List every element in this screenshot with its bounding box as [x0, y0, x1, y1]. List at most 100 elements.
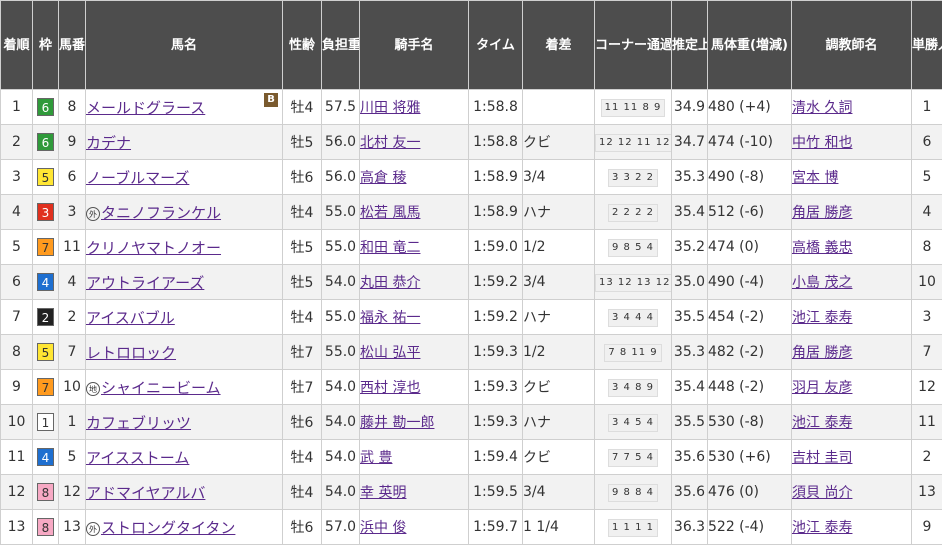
header-weight-carried: 負担重量: [321, 0, 360, 90]
header-popularity-label: 単勝人気: [912, 37, 942, 53]
trainer-link[interactable]: 吉村 圭司: [793, 450, 853, 466]
header-corner-label: コーナー通過順位: [595, 37, 672, 53]
weight-cell: 56.0: [321, 124, 360, 160]
table-row: 4 3 3 外タニノフランケル 牡4 55.0 松若 風馬 1:58.9 ハナ 2 2 2 2 35…: [0, 194, 942, 230]
jockey-link[interactable]: 西村 淳也: [361, 380, 421, 396]
last3f-cell: 35.4: [671, 194, 708, 230]
corner-positions: 9 8 8 4: [608, 483, 658, 502]
jockey-link[interactable]: 藤井 勘一郎: [361, 415, 435, 431]
horse-name-link[interactable]: アイスストーム: [87, 449, 190, 467]
corner-positions: 11 11 8 9: [600, 98, 666, 117]
jockey-cell: 藤井 勘一郎: [359, 404, 469, 440]
horse-cell: レトロロック: [85, 334, 283, 370]
table-row: 2 6 9 カデナ 牡5 56.0 北村 友一 1:58.8 クビ 12 12 11 12 34.7…: [0, 124, 942, 160]
margin-cell: 1/2: [522, 334, 595, 370]
trainer-link[interactable]: 角居 勝彦: [793, 205, 853, 221]
time-cell: 1:59.3: [468, 334, 523, 370]
waku-cell: 6: [32, 124, 59, 160]
time-cell: 1:59.3: [468, 369, 523, 405]
waku-cell: 2: [32, 299, 59, 335]
jockey-link[interactable]: 川田 将雅: [361, 100, 421, 116]
jockey-link[interactable]: 和田 竜二: [361, 240, 421, 256]
jockey-link[interactable]: 幸 英明: [361, 485, 407, 501]
horse-name-link[interactable]: レトロロック: [87, 344, 177, 362]
corner-cell: 11 11 8 9: [594, 89, 672, 125]
corner-positions: 3 4 4 4: [608, 308, 658, 327]
trainer-link[interactable]: 清水 久詞: [793, 100, 853, 116]
waku-badge: 4: [37, 448, 54, 466]
table-row: 12 8 12 アドマイヤアルバ 牡4 54.0 幸 英明 1:59.5 3/4 9 8 8 43…: [0, 474, 942, 510]
jockey-cell: 浜中 俊: [359, 509, 469, 545]
trainer-link[interactable]: 小島 茂之: [793, 275, 853, 291]
weight-cell: 55.0: [321, 334, 360, 370]
margin-cell: ハナ: [522, 194, 595, 230]
horse-cell: アドマイヤアルバ: [85, 474, 283, 510]
jockey-link[interactable]: 福永 祐一: [361, 310, 421, 326]
rank-cell: 2: [0, 124, 33, 160]
jockey-link[interactable]: 北村 友一: [361, 135, 421, 151]
horse-name-link[interactable]: カデナ: [87, 134, 132, 152]
trainer-link[interactable]: 池江 泰寿: [793, 520, 853, 536]
jockey-link[interactable]: 松若 風馬: [361, 205, 421, 221]
trainer-cell: 池江 泰寿: [791, 509, 912, 545]
body-weight-cell: 490 (-4): [707, 264, 792, 300]
rank-cell: 5: [0, 229, 33, 265]
origin-mark: 外: [86, 206, 100, 221]
popularity-cell: 11: [911, 404, 942, 440]
time-cell: 1:59.2: [468, 264, 523, 300]
trainer-cell: 吉村 圭司: [791, 439, 912, 475]
weight-cell: 54.0: [321, 404, 360, 440]
horse-name-link[interactable]: タニノフランケル: [101, 204, 221, 222]
weight-cell: 57.5: [321, 89, 360, 125]
horse-cell: アイスストーム: [85, 439, 283, 475]
popularity-cell: 13: [911, 474, 942, 510]
weight-cell: 55.0: [321, 194, 360, 230]
jockey-link[interactable]: 松山 弘平: [361, 345, 421, 361]
horse-name-link[interactable]: ノーブルマーズ: [87, 169, 190, 187]
trainer-link[interactable]: 池江 泰寿: [793, 310, 853, 326]
trainer-link[interactable]: 池江 泰寿: [793, 415, 853, 431]
weight-cell: 57.0: [321, 509, 360, 545]
last3f-cell: 35.6: [671, 474, 708, 510]
popularity-cell: 7: [911, 334, 942, 370]
horse-name-link[interactable]: クリノヤマトノオー: [87, 239, 222, 257]
time-cell: 1:59.3: [468, 404, 523, 440]
trainer-link[interactable]: 中竹 和也: [793, 135, 853, 151]
margin-cell: 1 1/4: [522, 509, 595, 545]
waku-badge: 5: [37, 343, 54, 361]
time-cell: 1:59.7: [468, 509, 523, 545]
jockey-link[interactable]: 浜中 俊: [361, 520, 407, 536]
horse-name-link[interactable]: アイスバブル: [87, 309, 175, 327]
trainer-link[interactable]: 羽月 友彦: [793, 380, 853, 396]
horse-cell: 地シャイニービーム: [85, 369, 283, 405]
rank-cell: 13: [0, 509, 33, 545]
sexage-cell: 牡7: [282, 334, 322, 370]
umaban-cell: 10: [58, 369, 86, 405]
jockey-link[interactable]: 高倉 稜: [361, 170, 407, 186]
horse-name-link[interactable]: アドマイヤアルバ: [87, 484, 206, 502]
jockey-cell: 和田 竜二: [359, 229, 469, 265]
time-cell: 1:59.2: [468, 299, 523, 335]
trainer-link[interactable]: 高橋 義忠: [793, 240, 853, 256]
header-body-weight: 馬体重(増減): [707, 0, 792, 90]
umaban-cell: 3: [58, 194, 86, 230]
waku-badge: 4: [37, 273, 54, 291]
horse-name-link[interactable]: シャイニービーム: [101, 379, 221, 397]
popularity-cell: 4: [911, 194, 942, 230]
corner-cell: 9 8 8 4: [594, 474, 672, 510]
last3f-cell: 34.7: [671, 124, 708, 160]
horse-name-link[interactable]: アウトライアーズ: [87, 274, 205, 292]
table-row: 8 5 7 レトロロック 牡7 55.0 松山 弘平 1:59.3 1/2 7 8 11 9 35.…: [0, 334, 942, 370]
trainer-link[interactable]: 須貝 尚介: [793, 485, 853, 501]
umaban-cell: 4: [58, 264, 86, 300]
trainer-link[interactable]: 宮本 博: [793, 170, 839, 186]
last3f-cell: 35.4: [671, 369, 708, 405]
trainer-link[interactable]: 角居 勝彦: [793, 345, 853, 361]
horse-name-link[interactable]: カフェブリッツ: [87, 414, 192, 432]
horse-name-link[interactable]: ストロングタイタン: [101, 519, 235, 537]
corner-positions: 3 3 2 2: [608, 168, 658, 187]
jockey-link[interactable]: 武 豊: [361, 450, 393, 466]
header-trainer: 調教師名: [791, 0, 912, 90]
jockey-link[interactable]: 丸田 恭介: [361, 275, 421, 291]
horse-name-link[interactable]: メールドグラース: [87, 99, 206, 117]
